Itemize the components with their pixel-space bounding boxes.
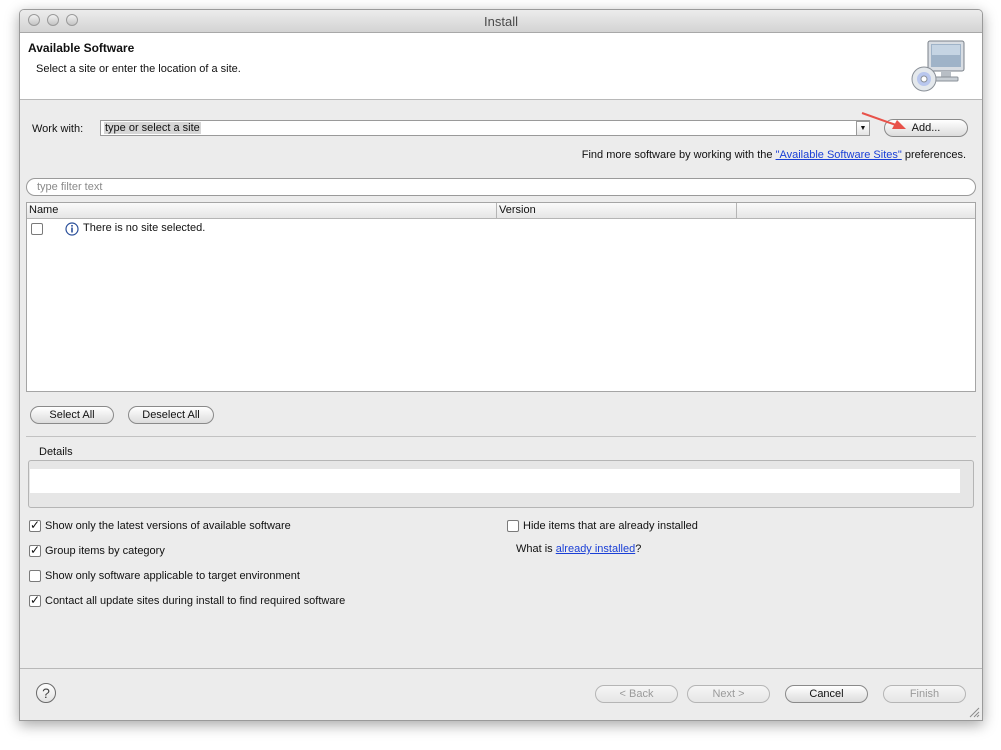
footer-divider — [20, 668, 982, 669]
column-header-extra[interactable] — [737, 203, 975, 219]
target-environment-label: Show only software applicable to target … — [45, 570, 300, 582]
software-table: Name Version There is no site selected. — [26, 202, 976, 392]
window-title: Install — [484, 14, 518, 29]
cancel-button[interactable]: Cancel — [785, 685, 868, 703]
filter-placeholder: type filter text — [37, 181, 103, 193]
row-checkbox[interactable] — [31, 223, 43, 235]
available-software-sites-link[interactable]: "Available Software Sites" — [776, 149, 902, 161]
select-all-button[interactable]: Select All — [30, 406, 114, 424]
help-icon[interactable]: ? — [36, 683, 56, 703]
row-name: There is no site selected. — [83, 222, 206, 234]
find-more-suffix: preferences. — [901, 149, 966, 161]
column-header-version[interactable]: Version — [497, 203, 737, 219]
work-with-label: Work with: — [32, 123, 84, 135]
details-text-area — [30, 469, 960, 493]
details-panel — [28, 460, 974, 508]
wizard-header: Available Software Select a site or ente… — [20, 33, 982, 100]
what-is-prefix: What is — [516, 543, 556, 555]
hide-installed-label: Hide items that are already installed — [523, 520, 698, 532]
filter-input[interactable]: type filter text — [26, 178, 976, 196]
install-computer-icon — [911, 40, 965, 92]
find-more-prefix: Find more software by working with the — [581, 149, 776, 161]
details-label: Details — [39, 446, 73, 458]
page-title: Available Software — [28, 41, 135, 55]
group-by-category-label: Group items by category — [45, 545, 165, 557]
find-more-text: Find more software by working with the "… — [582, 149, 966, 161]
back-button[interactable]: < Back — [595, 685, 678, 703]
target-environment-checkbox[interactable] — [29, 570, 41, 582]
what-is-suffix: ? — [635, 543, 642, 555]
contact-sites-label: Contact all update sites during install … — [45, 595, 346, 607]
hide-installed-checkbox[interactable] — [507, 520, 519, 532]
what-is-installed-text: What is already installed? — [516, 543, 641, 555]
info-icon — [65, 222, 79, 236]
column-header-name[interactable]: Name — [27, 203, 497, 219]
install-window: Install Available Software Select a site… — [19, 9, 983, 721]
page-description: Select a site or enter the location of a… — [36, 63, 241, 75]
work-with-combo[interactable]: type or select a site — [100, 120, 870, 136]
annotation-arrow-icon — [861, 112, 906, 129]
resize-grip-icon[interactable] — [968, 706, 980, 718]
finish-button[interactable]: Finish — [883, 685, 966, 703]
title-bar: Install — [20, 10, 982, 33]
deselect-all-button[interactable]: Deselect All — [128, 406, 214, 424]
already-installed-link[interactable]: already installed — [556, 543, 636, 555]
group-by-category-checkbox[interactable]: ✓ — [29, 544, 41, 557]
divider — [26, 436, 976, 437]
latest-versions-label: Show only the latest versions of availab… — [45, 520, 291, 532]
contact-sites-checkbox[interactable]: ✓ — [29, 594, 41, 607]
next-button[interactable]: Next > — [687, 685, 770, 703]
work-with-value[interactable]: type or select a site — [104, 122, 201, 134]
latest-versions-checkbox[interactable]: ✓ — [29, 519, 41, 532]
table-row[interactable]: There is no site selected. — [27, 221, 973, 237]
